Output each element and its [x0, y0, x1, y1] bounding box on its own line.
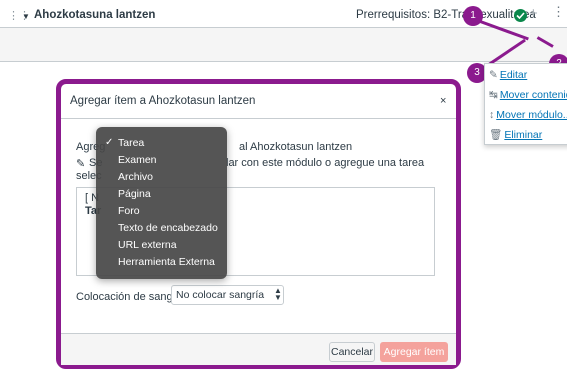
move-module-icon: ↕	[489, 109, 495, 121]
dropdown-option-herramienta-externa[interactable]: Herramienta Externa	[118, 256, 215, 268]
menu-item-edit[interactable]: ✎ Editar	[489, 69, 527, 81]
module-context-menu: ✎ Editar ↹ Mover contenid ↕ Mover módulo...…	[484, 63, 567, 145]
add-to-module-name: al Ahozkotasun lantzen	[239, 141, 353, 153]
modal-header-divider	[61, 118, 456, 119]
dropdown-option-examen[interactable]: Examen	[118, 154, 157, 166]
kebab-icon[interactable]: ⋮	[552, 5, 565, 18]
module-title[interactable]: Ahozkotasuna lantzen	[34, 9, 155, 21]
dropdown-option-pagina[interactable]: Página	[118, 188, 151, 200]
add-item-button[interactable]: Agregar ítem	[380, 342, 448, 362]
prerequisites-text: Prerrequisitos: B2-Transexualitatea	[356, 9, 536, 21]
menu-item-delete[interactable]: 🗑 Eliminar	[489, 128, 542, 141]
modal-title: Agregar ítem a Ahozkotasun lantzen	[70, 95, 256, 107]
move-contents-icon: ↹	[489, 89, 498, 101]
checkmark-icon: ✓	[105, 137, 114, 148]
dropdown-option-texto-encabezado[interactable]: Texto de encabezado	[118, 222, 218, 234]
caret-down-icon[interactable]: ▼	[22, 12, 30, 21]
module-header	[0, 27, 567, 62]
plus-icon[interactable]: +	[529, 5, 538, 22]
instructions-text: lar con este módulo o agregue una tarea	[226, 157, 425, 169]
drag-handle-icon[interactable]: ⋮⋮	[8, 11, 30, 22]
callout-marker-1: 1	[463, 6, 483, 26]
dropdown-option-foro[interactable]: Foro	[118, 205, 140, 217]
cancel-button[interactable]: Cancelar	[329, 342, 375, 362]
dropdown-option-url-externa[interactable]: URL externa	[118, 239, 177, 251]
published-check-icon[interactable]	[514, 9, 527, 22]
close-icon[interactable]: ×	[440, 95, 446, 107]
trash-icon: 🗑	[489, 129, 503, 141]
instructions-icon: ✎	[76, 158, 86, 170]
pencil-icon: ✎	[489, 69, 498, 81]
dropdown-option-tarea[interactable]: Tarea	[118, 137, 144, 149]
select-arrows-icon: ▲ ▼	[274, 286, 282, 302]
menu-item-move-contents[interactable]: ↹ Mover contenid	[489, 89, 567, 101]
menu-item-move-module[interactable]: ↕ Mover módulo...	[489, 109, 567, 121]
indent-select-value: No colocar sangría	[176, 289, 265, 301]
dropdown-option-archivo[interactable]: Archivo	[118, 171, 153, 183]
